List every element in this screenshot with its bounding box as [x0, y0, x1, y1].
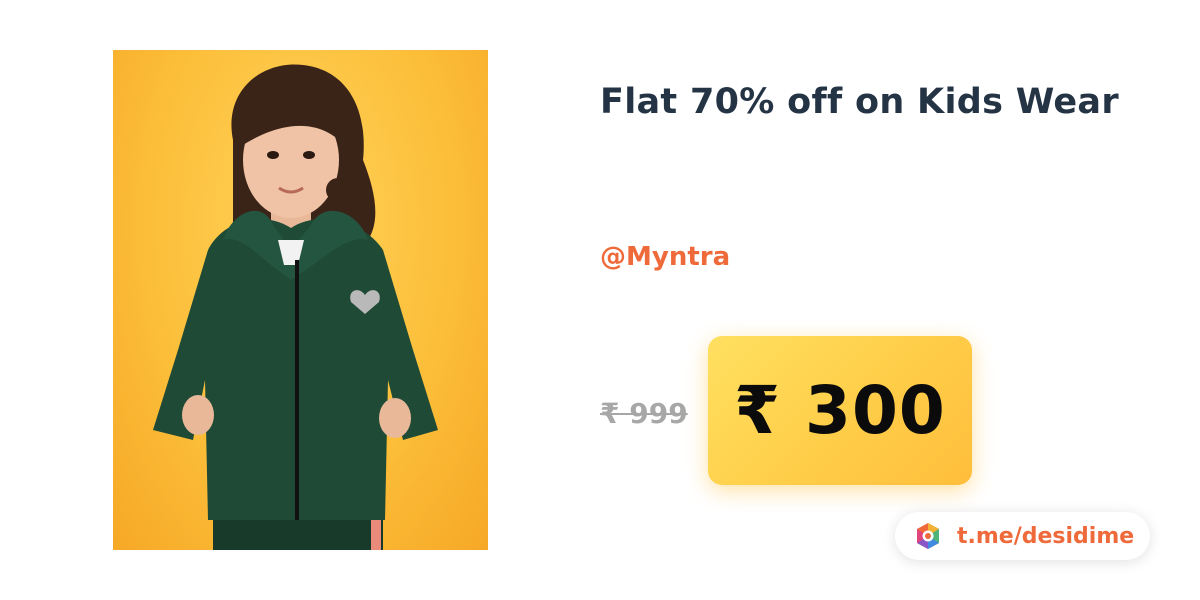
deal-price-card: ₹ 300	[708, 336, 972, 485]
store-name[interactable]: @Myntra	[600, 242, 730, 272]
telegram-link-text[interactable]: t.me/desidime	[957, 524, 1134, 549]
deal-price: ₹ 300	[734, 372, 946, 449]
deal-title: Flat 70% off on Kids Wear	[600, 82, 1119, 122]
telegram-link-badge[interactable]: t.me/desidime	[895, 512, 1150, 560]
original-price: ₹ 999	[600, 397, 688, 430]
desidime-logo-icon	[913, 521, 943, 551]
product-image	[113, 50, 488, 550]
